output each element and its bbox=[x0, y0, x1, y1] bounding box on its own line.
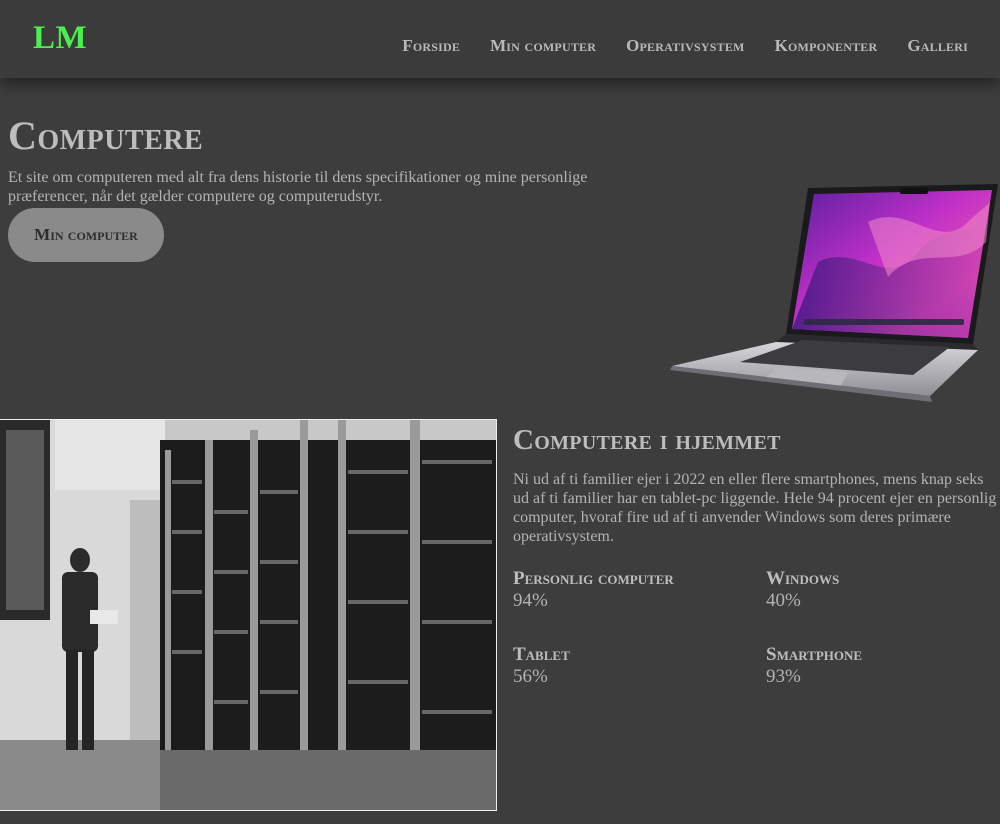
stat-windows: Windows 40% bbox=[766, 568, 1000, 612]
main-nav: Forside Min computer Operativsystem Komp… bbox=[402, 36, 968, 56]
stat-personlig-computer: Personlig computer 94% bbox=[513, 568, 753, 612]
stat-value: 56% bbox=[513, 666, 548, 687]
stat-value: 93% bbox=[766, 666, 801, 687]
stat-label: Personlig computer bbox=[513, 568, 674, 589]
stat-smartphone: Smartphone 93% bbox=[766, 644, 1000, 688]
stat-label: Smartphone bbox=[766, 644, 863, 665]
stat-value: 94% bbox=[513, 590, 548, 611]
stat-label: Tablet bbox=[513, 644, 570, 665]
hero-title: Computere bbox=[8, 113, 204, 158]
stat-label: Windows bbox=[766, 568, 840, 589]
site-header: LM Forside Min computer Operativsystem K… bbox=[0, 0, 1000, 78]
nav-item-galleri[interactable]: Galleri bbox=[907, 36, 968, 56]
laptop-image bbox=[668, 182, 1000, 404]
nav-item-forside[interactable]: Forside bbox=[402, 36, 460, 56]
stat-value: 40% bbox=[766, 590, 801, 611]
min-computer-button[interactable]: Min computer bbox=[8, 208, 164, 262]
home-section-title: Computere i hjemmet bbox=[513, 424, 781, 456]
nav-item-min-computer[interactable]: Min computer bbox=[490, 36, 596, 56]
hero-description: Et site om computeren med alt fra dens h… bbox=[8, 169, 588, 205]
vintage-mainframe-photo bbox=[0, 419, 497, 811]
site-logo[interactable]: LM bbox=[33, 20, 87, 57]
home-section-text: Ni ud af ti familier ejer i 2022 en elle… bbox=[513, 471, 997, 545]
stat-tablet: Tablet 56% bbox=[513, 644, 753, 688]
nav-item-komponenter[interactable]: Komponenter bbox=[775, 36, 878, 56]
nav-item-operativsystem[interactable]: Operativsystem bbox=[626, 36, 745, 56]
